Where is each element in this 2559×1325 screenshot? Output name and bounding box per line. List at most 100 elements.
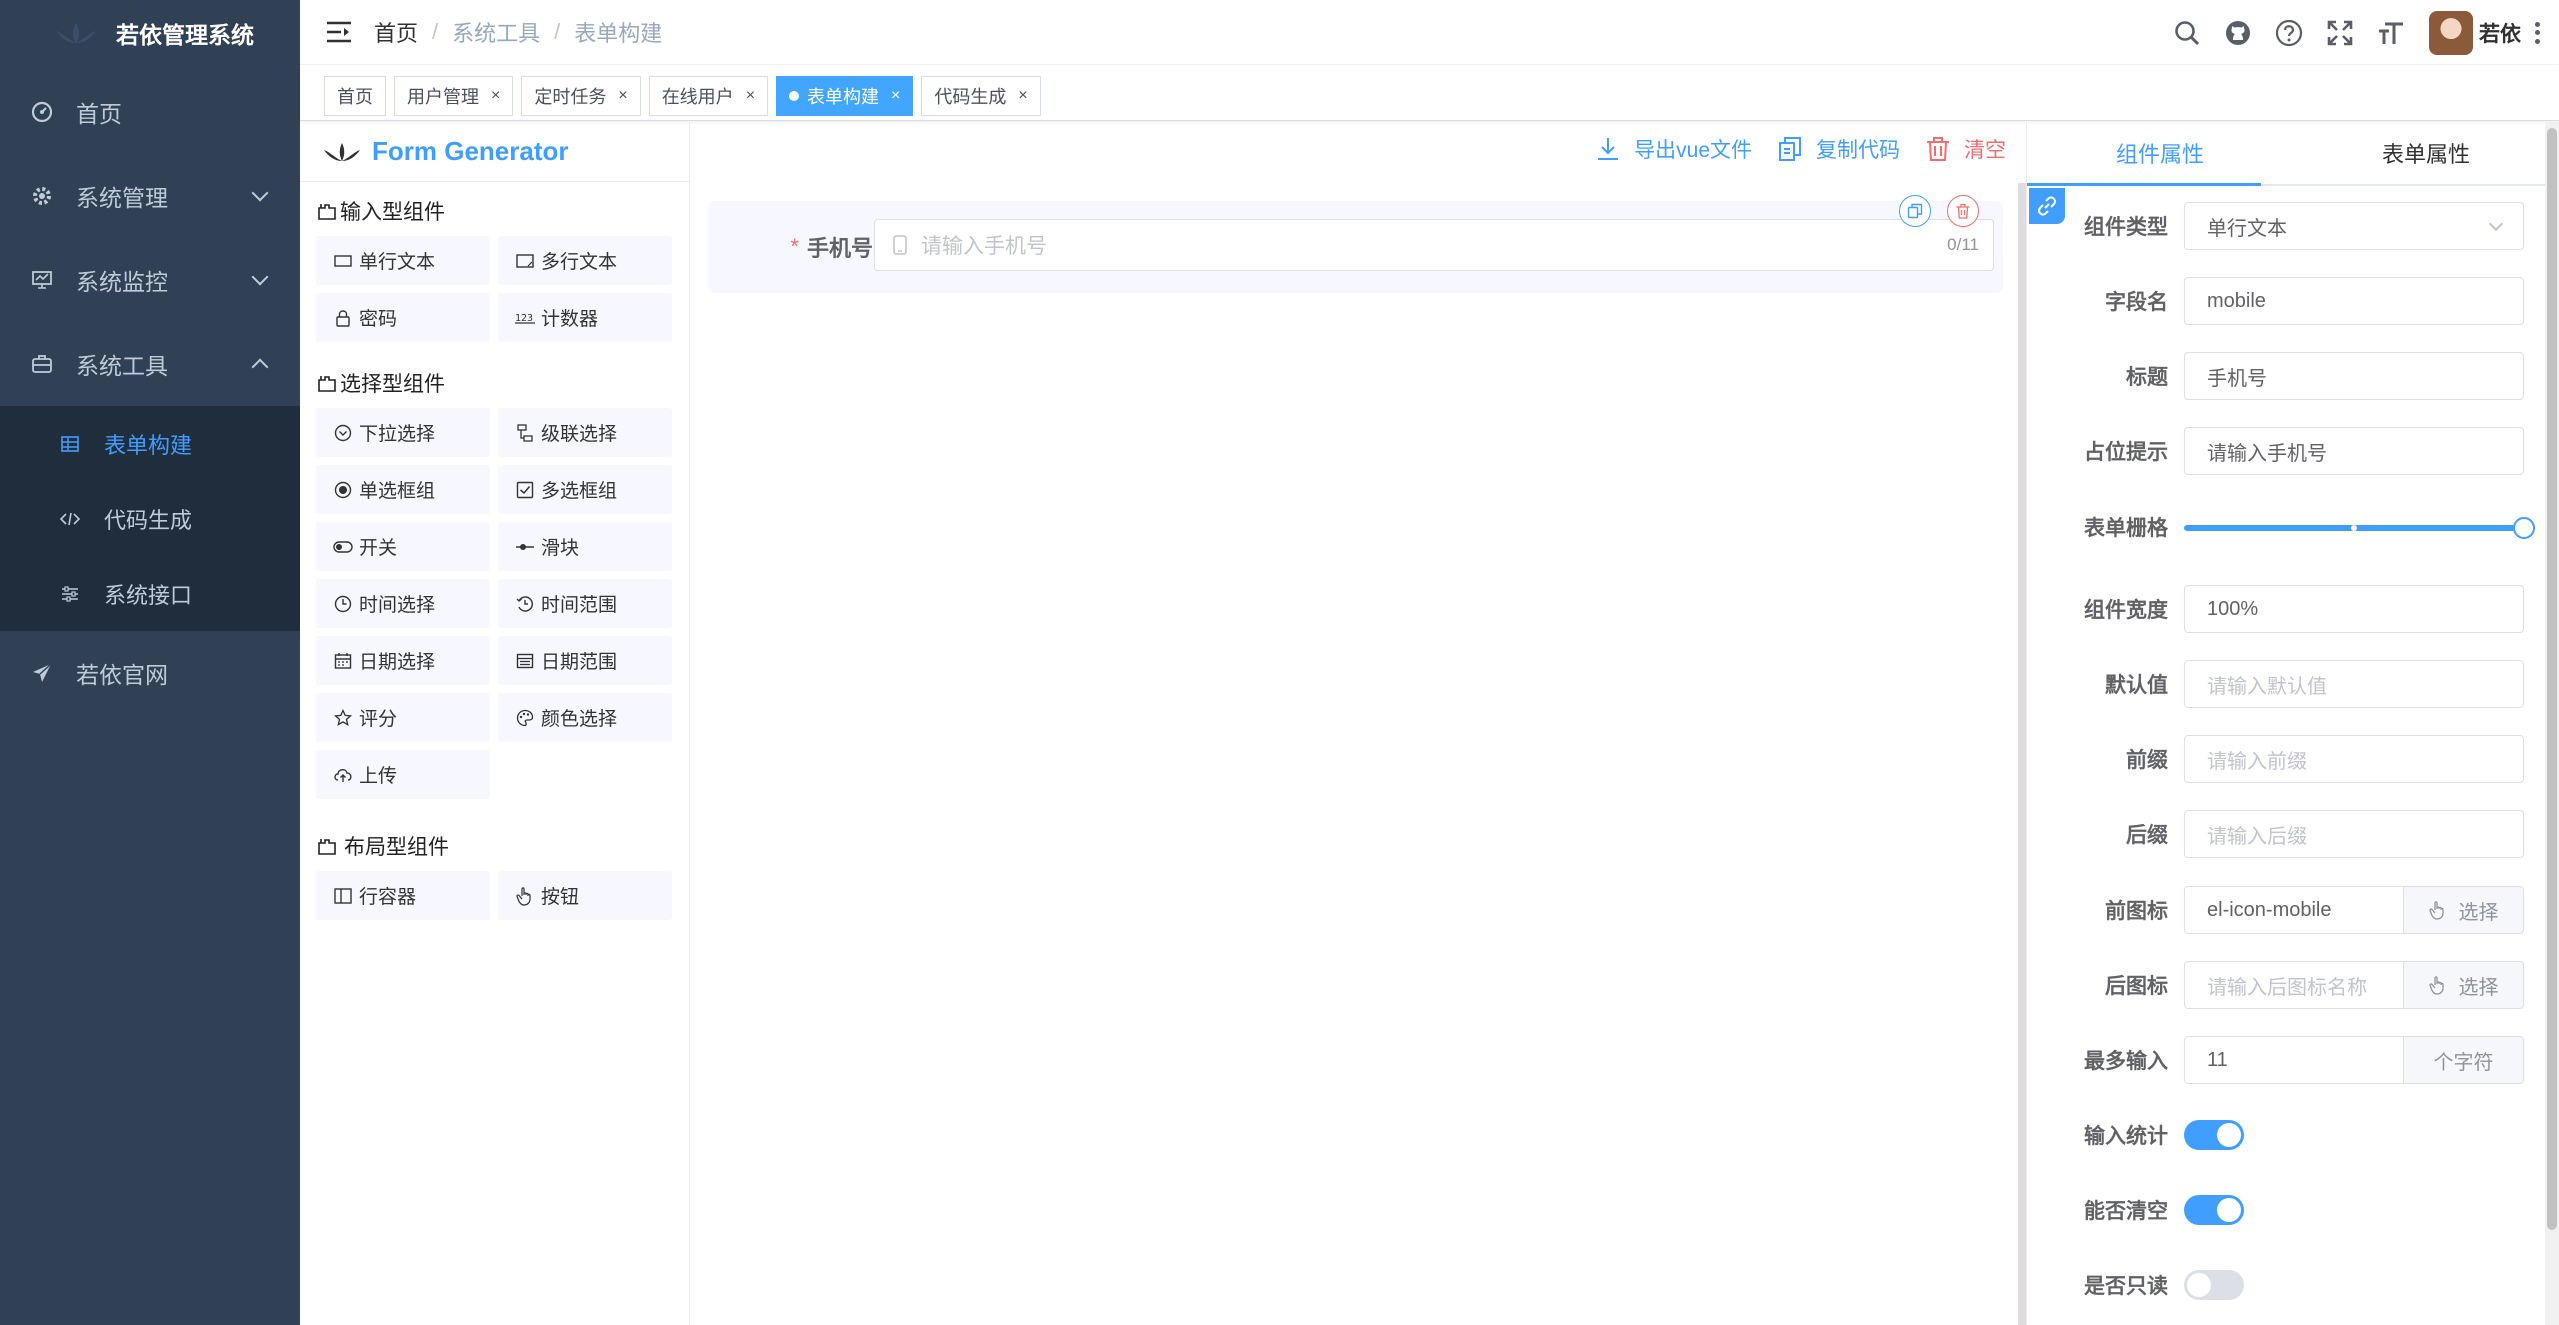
suffix-input[interactable]: 请输入后缀 bbox=[2184, 810, 2524, 858]
app-title: 若依管理系统 bbox=[116, 21, 254, 48]
prop-label: 后图标 bbox=[2105, 975, 2168, 998]
prefix-icon-input[interactable]: el-icon-mobile bbox=[2184, 886, 2404, 934]
sidebar-item-system-tools[interactable]: 系统工具 bbox=[0, 322, 300, 406]
component-item[interactable]: 滑块 bbox=[498, 522, 672, 571]
sidebar-subitem-form-builder[interactable]: 表单构建 bbox=[0, 406, 300, 481]
scrollbar-thumb[interactable] bbox=[2547, 128, 2557, 1230]
field-name-input[interactable]: mobile bbox=[2184, 277, 2524, 325]
tag-online-users[interactable]: 在线用户 × bbox=[648, 75, 769, 116]
component-item[interactable]: 行容器 bbox=[316, 871, 490, 920]
canvas-field-mobile[interactable]: * 手机号 请输入手机号 0/11 bbox=[708, 195, 2003, 293]
sidebar-subitem-label: 代码生成 bbox=[104, 507, 193, 533]
append-label: 选择 bbox=[2458, 976, 2499, 999]
component-item[interactable]: 单行文本 bbox=[316, 236, 490, 285]
breadcrumb-item-current: 表单构建 bbox=[574, 21, 663, 46]
component-item[interactable]: 级联选择 bbox=[498, 408, 672, 457]
hamburger-icon[interactable] bbox=[326, 21, 352, 43]
canvas-field-label: * 手机号 bbox=[708, 201, 873, 293]
switch-knob bbox=[2187, 1273, 2211, 1297]
tag-code-gen[interactable]: 代码生成 × bbox=[921, 75, 1041, 116]
breadcrumb-item-home[interactable]: 首页 bbox=[374, 16, 418, 48]
clearable-switch[interactable] bbox=[2184, 1195, 2244, 1225]
tag-user-management[interactable]: 用户管理 × bbox=[394, 75, 514, 116]
canvas-field-input[interactable]: 请输入手机号 0/11 bbox=[874, 219, 1994, 271]
close-icon[interactable]: × bbox=[491, 87, 500, 105]
component-item[interactable]: 评分 bbox=[316, 693, 490, 742]
readonly-switch[interactable] bbox=[2184, 1270, 2244, 1300]
component-item[interactable]: 开关 bbox=[316, 522, 490, 571]
sidebar-subitem-system-api[interactable]: 系统接口 bbox=[0, 556, 300, 631]
component-item[interactable]: 时间范围 bbox=[498, 579, 672, 628]
component-type-select[interactable]: 单行文本 bbox=[2184, 202, 2524, 250]
tag-label: 在线用户 bbox=[661, 86, 734, 107]
group-title-select: 选择型组件 bbox=[300, 368, 689, 398]
breadcrumb-separator: / bbox=[554, 19, 561, 44]
show-word-limit-switch[interactable] bbox=[2184, 1120, 2244, 1150]
sidebar-item-ruoyi-site[interactable]: 若依官网 bbox=[0, 631, 300, 715]
component-item[interactable]: 多选框组 bbox=[498, 465, 672, 514]
canvas-scrollbar[interactable] bbox=[2018, 183, 2026, 1325]
component-label: 滑块 bbox=[541, 538, 580, 559]
component-item[interactable]: 时间选择 bbox=[316, 579, 490, 628]
placeholder-input[interactable]: 请输入手机号 bbox=[2184, 427, 2524, 475]
prop-row-placeholder: 占位提示 请输入手机号 bbox=[2027, 427, 2537, 475]
grid-span-slider[interactable] bbox=[2184, 503, 2535, 551]
export-vue-button[interactable]: 导出vue文件 bbox=[1594, 134, 1752, 164]
fullscreen-icon[interactable] bbox=[2323, 16, 2357, 50]
component-item[interactable]: 密码 bbox=[316, 293, 490, 342]
component-item[interactable]: 上传 bbox=[316, 750, 490, 799]
more-vertical-icon[interactable] bbox=[2531, 18, 2543, 48]
font-size-icon[interactable] bbox=[2374, 16, 2408, 50]
prop-row-suffix-icon: 后图标 请输入后图标名称 选择 bbox=[2027, 961, 2537, 1009]
chevron-up-icon bbox=[251, 358, 269, 376]
slider-handle[interactable] bbox=[2513, 517, 2535, 539]
prefix-input[interactable]: 请输入前缀 bbox=[2184, 735, 2524, 783]
component-item[interactable]: 颜色选择 bbox=[498, 693, 672, 742]
sidebar-item-system-management[interactable]: 系统管理 bbox=[0, 154, 300, 238]
github-icon[interactable] bbox=[2221, 16, 2255, 50]
close-icon[interactable]: × bbox=[618, 87, 627, 105]
select-icon-button[interactable]: 选择 bbox=[2404, 961, 2524, 1009]
component-item[interactable]: 日期范围 bbox=[498, 636, 672, 685]
tag-home[interactable]: 首页 bbox=[324, 75, 386, 116]
close-icon[interactable]: × bbox=[746, 87, 755, 105]
breadcrumb-item-tools[interactable]: 系统工具 bbox=[452, 16, 540, 48]
sidebar-subitem-code-gen[interactable]: 代码生成 bbox=[0, 481, 300, 556]
close-icon[interactable]: × bbox=[891, 87, 900, 105]
sidebar-logo[interactable]: 若依管理系统 bbox=[0, 0, 300, 65]
help-icon[interactable] bbox=[2272, 16, 2306, 50]
prop-label: 能否清空 bbox=[2084, 1200, 2168, 1223]
tab-component-props[interactable]: 组件属性 bbox=[2027, 122, 2293, 184]
default-value-input[interactable]: 请输入默认值 bbox=[2184, 660, 2524, 708]
component-label: 评分 bbox=[359, 709, 398, 730]
suffix-icon-input[interactable]: 请输入后图标名称 bbox=[2184, 961, 2404, 1009]
sidebar-item-home[interactable]: 首页 bbox=[0, 70, 300, 154]
form-canvas[interactable]: * 手机号 请输入手机号 0/11 bbox=[690, 183, 2026, 1325]
select-icon-button[interactable]: 选择 bbox=[2404, 886, 2524, 934]
component-item[interactable]: 日期选择 bbox=[316, 636, 490, 685]
sidebar-item-system-monitor[interactable]: 系统监控 bbox=[0, 238, 300, 322]
component-item[interactable]: 123 计数器 bbox=[498, 293, 672, 342]
close-icon[interactable]: × bbox=[1018, 87, 1027, 105]
search-icon[interactable] bbox=[2170, 16, 2204, 50]
component-item[interactable]: 下拉选择 bbox=[316, 408, 490, 457]
component-item[interactable]: 单选框组 bbox=[316, 465, 490, 514]
tag-scheduled-tasks[interactable]: 定时任务 × bbox=[521, 75, 641, 116]
component-item[interactable]: 多行文本 bbox=[498, 236, 672, 285]
user-name[interactable]: 若依 bbox=[2479, 18, 2521, 48]
delete-item-button[interactable] bbox=[1947, 195, 1979, 227]
avatar[interactable] bbox=[2429, 10, 2473, 55]
width-input[interactable]: 100% bbox=[2184, 585, 2524, 633]
maxlength-input[interactable]: 11 bbox=[2184, 1036, 2404, 1084]
logo-icon bbox=[56, 22, 96, 43]
sidebar-item-label: 若依官网 bbox=[76, 662, 168, 688]
tab-form-props[interactable]: 表单属性 bbox=[2293, 122, 2559, 184]
title-input[interactable]: 手机号 bbox=[2184, 352, 2524, 400]
component-grid-select: 下拉选择 级联选择 单选框组 多选框组 开关 滑块 时间选择 时间范围 日期选择… bbox=[300, 398, 689, 799]
property-scrollbar[interactable] bbox=[2545, 122, 2559, 1325]
tag-form-builder[interactable]: 表单构建 × bbox=[776, 75, 914, 116]
clear-button[interactable]: 清空 bbox=[1924, 134, 2006, 164]
copy-item-button[interactable] bbox=[1899, 195, 1931, 227]
component-item[interactable]: 按钮 bbox=[498, 871, 672, 920]
copy-code-button[interactable]: 复制代码 bbox=[1776, 134, 1900, 164]
